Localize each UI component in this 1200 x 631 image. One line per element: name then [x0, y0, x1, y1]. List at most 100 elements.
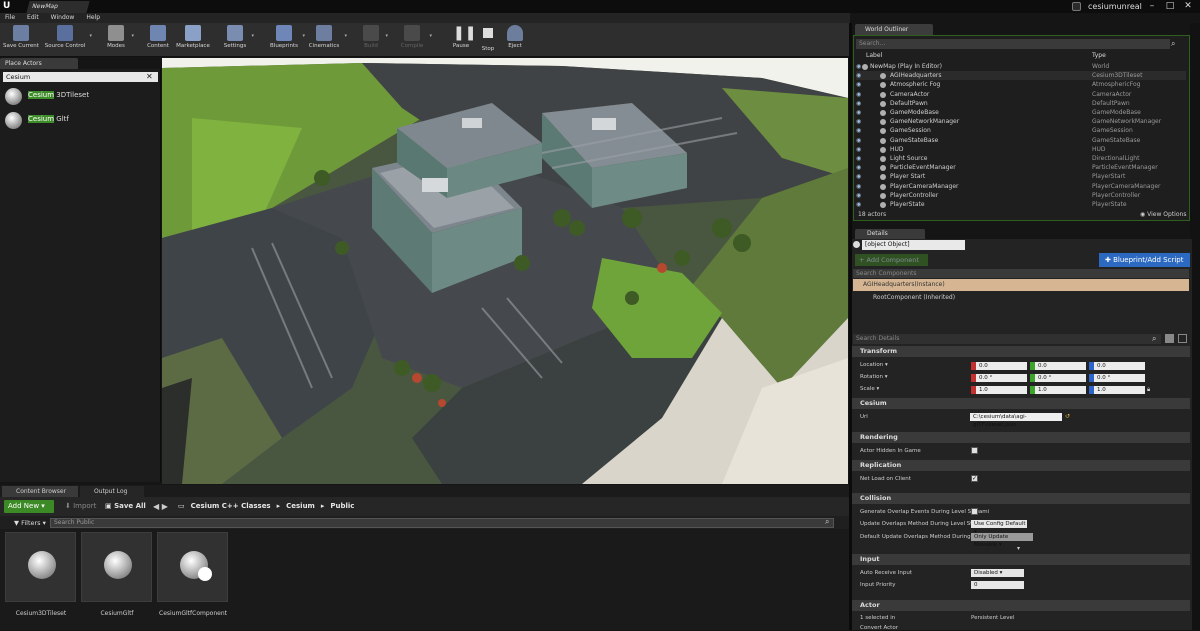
section-input[interactable]: Input — [852, 554, 1190, 565]
eye-icon[interactable]: ◉ — [856, 136, 861, 145]
tab-content-browser[interactable]: Content Browser — [2, 486, 78, 497]
eye-icon[interactable]: ◉ — [856, 172, 861, 181]
eye-icon[interactable]: ◉ — [856, 99, 861, 108]
outliner-row[interactable]: ◉ ParticleEventManager ParticleEventManage… — [856, 163, 1186, 172]
outliner-row[interactable]: ◉ HUD HUD — [856, 145, 1186, 154]
breadcrumb-item[interactable]: Cesium — [286, 500, 315, 513]
section-replication[interactable]: Replication — [852, 460, 1190, 471]
location-x-field[interactable]: 0.0 — [971, 362, 1027, 370]
pause-button[interactable]: ❚❚ Pause — [450, 25, 477, 55]
close-button[interactable]: ✕ — [1180, 0, 1196, 13]
column-type[interactable]: Type — [1092, 52, 1106, 59]
content-button[interactable]: Content — [145, 25, 171, 55]
eye-icon[interactable]: ◉ — [856, 117, 861, 126]
root-component-item[interactable]: RootComponent (Inherited) — [873, 294, 955, 301]
rotation-z-field[interactable]: 0.0 ° — [1089, 374, 1145, 382]
rotation-y-field[interactable]: 0.0 ° — [1030, 374, 1086, 382]
location-y-field[interactable]: 0.0 — [1030, 362, 1086, 370]
level-viewport[interactable] — [162, 58, 848, 484]
outliner-row[interactable]: ◉ Light Source DirectionalLight — [856, 154, 1186, 163]
outliner-row[interactable]: ◉ AGIHeadquarters Cesium3DTileset — [856, 71, 1186, 81]
tab-world-outliner[interactable]: World Outliner — [855, 24, 933, 35]
minimize-button[interactable]: – — [1144, 0, 1160, 13]
actor-name-field[interactable]: [object Object] — [862, 240, 965, 250]
clear-search-icon[interactable]: ✕ — [146, 72, 156, 82]
view-options-button[interactable]: ◉ View Options — [1140, 211, 1186, 218]
grid-view-icon[interactable] — [1165, 334, 1174, 343]
settings-button[interactable]: Settings ▾ — [222, 25, 254, 55]
maximize-button[interactable]: □ — [1162, 0, 1178, 13]
eye-icon[interactable]: ◉ — [856, 90, 861, 99]
eye-icon[interactable]: ◉ — [856, 191, 861, 200]
cinematics-button[interactable]: Cinematics ▾ — [307, 25, 347, 55]
gen-overlap-checkbox[interactable] — [971, 508, 978, 515]
outliner-row[interactable]: ◉ GameSession GameSession — [856, 126, 1186, 135]
tab-output-log[interactable]: Output Log — [80, 486, 144, 497]
eye-icon[interactable]: ◉ — [856, 200, 861, 209]
auto-receive-dropdown[interactable]: Disabled ▾ — [971, 569, 1024, 577]
compile-button[interactable]: Compile ▾ — [398, 25, 432, 55]
net-load-checkbox[interactable]: ✓ — [971, 475, 978, 482]
save-all-button[interactable]: ▣ Save All — [105, 500, 146, 513]
details-search-input[interactable]: Search Details — [853, 334, 1161, 344]
location-z-field[interactable]: 0.0 — [1089, 362, 1145, 370]
asset-tile-cesiumgltfcomponent[interactable] — [157, 532, 228, 602]
eye-icon[interactable]: ◉ — [856, 182, 861, 191]
add-new-button[interactable]: Add New ▾ — [4, 500, 54, 513]
outliner-row[interactable]: ◉ GameModeBase GameModeBase — [856, 108, 1186, 117]
eye-icon[interactable]: ◉ — [856, 126, 861, 135]
document-tab[interactable]: NewMap — [26, 1, 90, 13]
url-field[interactable]: C:\cesium\data\agi-glTF\tileset.json — [970, 413, 1062, 428]
outliner-row[interactable]: ◉ DefaultPawn DefaultPawn — [856, 99, 1186, 108]
asset-tile-cesiumgltf[interactable] — [81, 532, 152, 602]
save-current-button[interactable]: Save Current — [3, 25, 39, 55]
menu-edit[interactable]: Edit — [27, 13, 39, 23]
column-label[interactable]: Label — [866, 52, 882, 59]
section-actor[interactable]: Actor — [852, 600, 1190, 611]
add-component-button[interactable]: + Add Component — [855, 254, 928, 266]
eye-icon[interactable]: ◉ — [856, 108, 861, 117]
import-button[interactable]: ⬇ Import — [65, 500, 96, 513]
rotation-x-field[interactable]: 0.0 ° — [971, 374, 1027, 382]
lock-icon[interactable]: 🔒︎ — [1147, 386, 1150, 394]
outliner-row[interactable]: ◉ GameNetworkManager GameNetworkManager — [856, 117, 1186, 126]
eye-icon[interactable]: ◉ — [856, 80, 861, 89]
outliner-row[interactable]: ◉ PlayerState PlayerState — [856, 200, 1186, 209]
modes-button[interactable]: Modes ▾ — [104, 25, 134, 55]
reset-arrow-icon[interactable]: ↺ — [1065, 413, 1070, 420]
section-rendering[interactable]: Rendering — [852, 432, 1190, 443]
eye-icon[interactable]: ◉ — [856, 145, 861, 154]
content-search-input[interactable]: Search Public — [50, 518, 834, 528]
tab-details[interactable]: Details — [855, 229, 925, 239]
section-cesium[interactable]: Cesium — [852, 398, 1190, 409]
update-overlaps-dropdown[interactable]: Use Config Default ▾ — [971, 520, 1027, 535]
source-control-button[interactable]: Source Control ▾ — [44, 25, 92, 55]
menu-window[interactable]: Window — [51, 13, 75, 23]
marketplace-button[interactable]: Marketplace — [174, 25, 212, 55]
instance-row[interactable]: AGIHeadquarters(Instance) — [853, 279, 1189, 291]
filters-button[interactable]: ▼ Filters ▾ — [14, 518, 46, 528]
component-search-input[interactable]: Search Components — [853, 269, 1189, 278]
place-actors-tab[interactable]: Place Actors — [0, 58, 78, 69]
place-actor-item-gltf[interactable]: Cesium Gltf — [3, 110, 158, 132]
outliner-row[interactable]: ◉ Player Start PlayerStart — [856, 172, 1186, 181]
expand-chevron-icon[interactable]: ▾ — [1017, 545, 1020, 552]
asset-tile-cesium3dtileset[interactable] — [5, 532, 76, 602]
eye-icon[interactable]: ◉ — [856, 154, 861, 163]
eye-icon[interactable] — [1178, 334, 1187, 343]
eject-button[interactable]: Eject — [504, 25, 526, 55]
outliner-row[interactable]: ◉ CameraActor CameraActor — [856, 90, 1186, 99]
blueprints-button[interactable]: Blueprints ▾ — [269, 25, 305, 55]
place-actor-item-3dtileset[interactable]: Cesium 3DTileset — [3, 86, 158, 108]
stop-button[interactable]: Stop — [478, 25, 498, 55]
build-button[interactable]: Build ▾ — [360, 25, 388, 55]
breadcrumb-item[interactable]: Cesium C++ Classes — [191, 500, 271, 513]
eye-icon[interactable]: ◉ — [856, 62, 861, 71]
outliner-search-input[interactable]: Search... — [856, 39, 1170, 49]
breadcrumb-item[interactable]: Public — [330, 500, 354, 513]
scale-y-field[interactable]: 1.0 — [1030, 386, 1086, 394]
actor-hidden-checkbox[interactable] — [971, 447, 978, 454]
eye-icon[interactable]: ◉ — [856, 71, 861, 80]
outliner-row[interactable]: ◉ PlayerCameraManager PlayerCameraManager — [856, 182, 1186, 191]
section-transform[interactable]: Transform — [852, 346, 1190, 357]
